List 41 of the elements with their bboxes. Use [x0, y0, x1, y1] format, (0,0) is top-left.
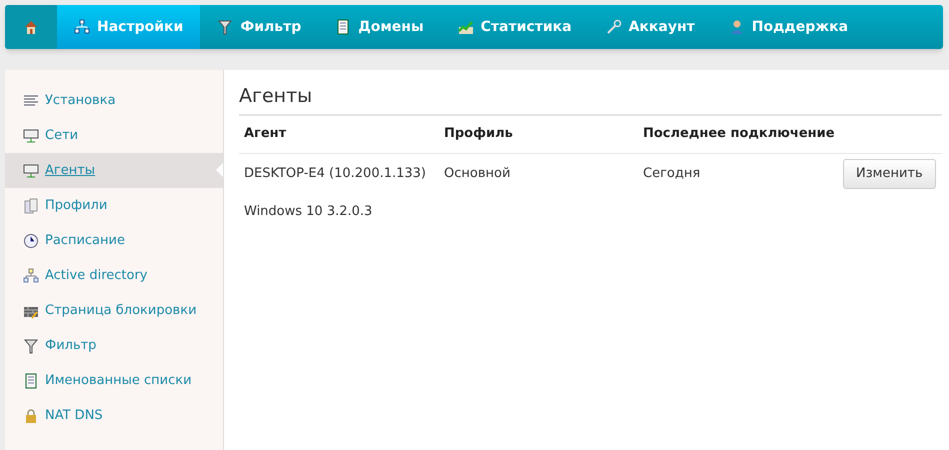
table-cell-text: DESKTOP-E4 (10.200.1.133): [243, 164, 428, 183]
sidebar-item[interactable]: Именованные списки: [5, 363, 223, 398]
home-tab[interactable]: [5, 5, 57, 49]
sidebar-item[interactable]: Установка: [5, 83, 223, 118]
sidebar-item[interactable]: Агенты: [5, 153, 223, 188]
agent-version: Windows 10 3.2.0.3: [243, 202, 374, 220]
column-header: Профиль: [444, 125, 514, 144]
sidebar-item[interactable]: Фильтр: [5, 328, 223, 363]
column-header: Агент: [243, 125, 288, 144]
network-icon: [23, 268, 39, 284]
person-icon: [728, 19, 745, 35]
table-cell-text: Основной: [444, 164, 512, 183]
monitor-icon: [23, 128, 39, 144]
chart-icon: [458, 19, 474, 35]
sidebar-item[interactable]: Сети: [5, 118, 223, 153]
notebook-icon: [23, 372, 39, 388]
lines-icon: [23, 92, 39, 108]
column-header: Последнее подключение: [643, 125, 836, 144]
sidebar-item[interactable]: Страница блокировки: [5, 293, 223, 328]
nav-tab[interactable]: Аккаунт: [588, 5, 712, 49]
network-icon: [74, 19, 90, 35]
nav-tab[interactable]: Статистика: [440, 5, 589, 49]
nav-tab[interactable]: Домены: [318, 5, 441, 49]
funnel-icon: [217, 19, 234, 35]
nav-tab[interactable]: Настройки: [57, 5, 200, 49]
clock-icon: [23, 232, 39, 248]
nav-tab[interactable]: Фильтр: [200, 5, 318, 49]
padlock-icon: [23, 408, 39, 424]
monitor-icon: [23, 162, 39, 178]
edit-button[interactable]: Изменить: [843, 158, 936, 188]
documents-icon: [23, 198, 39, 214]
house-icon: [23, 19, 39, 35]
sidebar-item[interactable]: Профили: [5, 188, 223, 223]
sidebar-item[interactable]: Active directory: [5, 258, 223, 293]
funnel-icon: [23, 338, 39, 354]
page-title: Агенты: [239, 84, 314, 109]
nav-tab[interactable]: Поддержка: [712, 5, 866, 49]
sidebar-item[interactable]: Расписание: [5, 223, 223, 258]
notebook-icon: [335, 19, 352, 35]
table-cell-text: Сегодня: [643, 164, 702, 183]
sidebar-item[interactable]: NAT DNS: [5, 398, 223, 433]
